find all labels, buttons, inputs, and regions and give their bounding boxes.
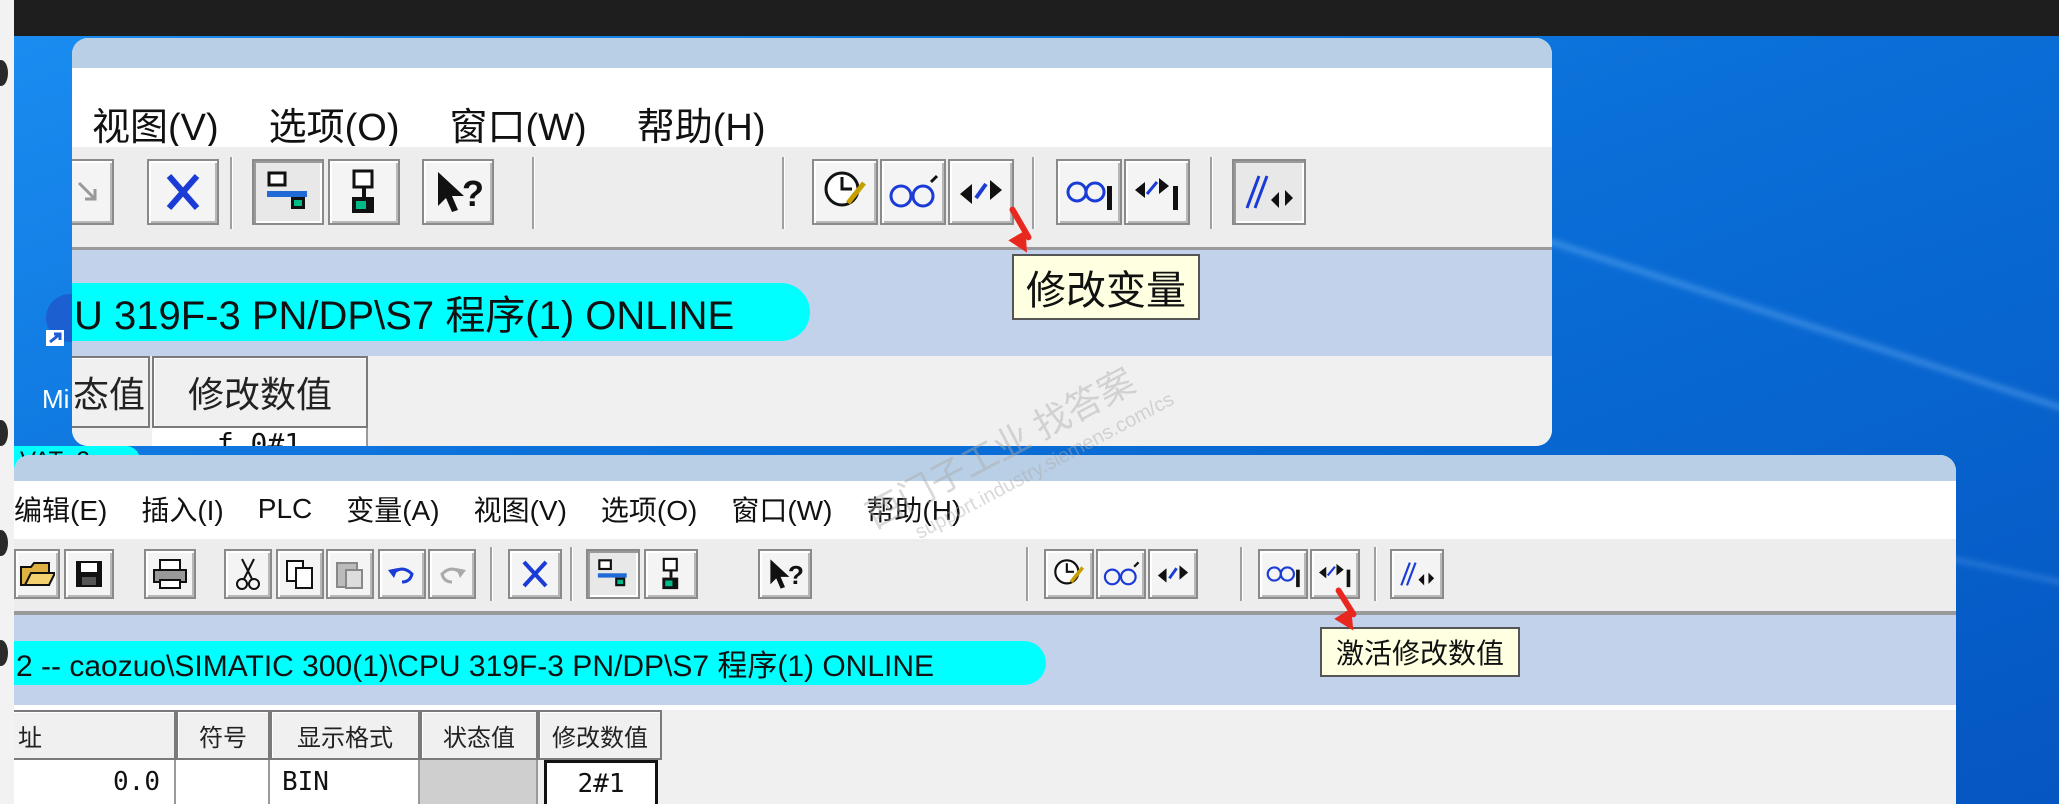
edge-mark [0,420,8,446]
context-help-button[interactable]: ? [758,549,812,599]
monitor-trigger-button[interactable] [1056,159,1122,225]
column-header-display-format[interactable]: 显示格式 [270,710,420,760]
save-button[interactable] [64,549,114,599]
window-path-title: 2 -- caozuo\SIMATIC 300(1)\CPU 319F-3 PN… [14,641,1046,685]
plc-connection-button[interactable] [328,159,400,225]
menu-options[interactable]: 选项(O) [269,96,400,151]
menu-view[interactable]: 视图(V) [92,96,219,151]
toolbar-separator [782,157,785,229]
toolbar-separator [1240,547,1243,601]
svg-text:?: ? [462,173,484,214]
delete-button[interactable] [147,159,219,225]
window-path-title: U 319F-3 PN/DP\S7 程序(1) ONLINE [72,283,810,341]
paste-button[interactable] [326,549,374,599]
top-dark-bar [0,0,2059,36]
tooltip-modify-variable: 修改变量 [1012,254,1200,320]
edge-mark [0,60,8,86]
edge-mark [0,530,8,556]
toolbar-separator [490,547,493,601]
menu-view[interactable]: 视图(V) [474,489,567,529]
plc-connection-button[interactable] [644,549,698,599]
column-header-modify[interactable]: 修改数值 [152,356,368,428]
activate-modify-button[interactable] [1124,159,1190,225]
menu-insert[interactable]: 插入(I) [141,489,223,529]
toolbar-separator [230,157,233,229]
menu-options[interactable]: 选项(O) [601,489,697,529]
menu-plc[interactable]: PLC [258,493,312,525]
open-button[interactable] [14,549,60,599]
column-header-symbol[interactable]: 符号 [176,710,270,760]
toolbar-separator [532,157,535,229]
print-button[interactable] [144,549,196,599]
online-button[interactable] [586,549,640,599]
toolbar: ? [72,146,1552,253]
menu-window[interactable]: 窗口(W) [450,96,587,151]
delete-button[interactable] [508,549,562,599]
cut-button[interactable] [224,549,272,599]
column-header-status-value[interactable]: 状态值 [420,710,538,760]
column-header-modify-value[interactable]: 修改数值 [538,710,662,760]
zoomed-variable-table-window: 视图(V) 选项(O) 窗口(W) 帮助(H) ? U 319F-3 PN/DP… [72,38,1552,446]
column-header-address[interactable]: 址 [14,710,176,760]
menu-edit[interactable]: 编辑(E) [14,489,107,529]
force-values-button[interactable] [1390,549,1444,599]
toolbar-separator [570,547,573,601]
variable-table-window: 编辑(E) 插入(I) PLC 变量(A) 视图(V) 选项(O) 窗口(W) … [14,455,1956,804]
menu-window[interactable]: 窗口(W) [731,489,832,529]
redo-button[interactable] [428,549,476,599]
toolbar-separator [1374,547,1377,601]
monitor-variable-button[interactable] [1096,549,1146,599]
undo-button[interactable] [378,549,426,599]
context-help-button[interactable]: ? [422,159,494,225]
menu-bar: 编辑(E) 插入(I) PLC 变量(A) 视图(V) 选项(O) 窗口(W) … [14,481,1956,537]
modify-variable-button[interactable] [1148,549,1198,599]
tooltip-activate-modify: 激活修改数值 [1320,627,1520,677]
svg-text:?: ? [788,560,804,590]
cell-modify-value[interactable]: 2#1 [544,760,658,804]
left-window-edge [0,0,14,804]
copy-button[interactable] [276,549,324,599]
partial-cell[interactable]: f 0#1 [152,427,368,446]
toolbar-separator [1032,157,1035,229]
insert-row-button[interactable] [72,159,114,225]
toolbar-separator [1026,547,1029,601]
menu-help[interactable]: 帮助(H) [866,489,961,529]
desktop-shortcut-label: Mi [42,384,70,414]
trigger-button[interactable] [812,159,878,225]
toolbar: ? [14,538,1956,616]
cell-display-format[interactable]: BIN [270,760,420,804]
title-bar [14,455,1956,481]
monitor-trigger-button[interactable] [1258,549,1308,599]
cell-address[interactable]: 0.0 [14,760,176,804]
toolbar-separator [1210,157,1213,229]
title-bar [72,38,1552,68]
menu-variable[interactable]: 变量(A) [346,489,439,529]
cell-status-value [420,760,538,804]
edge-mark [0,640,8,666]
menu-help[interactable]: 帮助(H) [637,96,766,151]
trigger-button[interactable] [1044,549,1094,599]
online-button[interactable] [252,159,324,225]
monitor-variable-button[interactable] [880,159,946,225]
cell-symbol[interactable] [176,760,270,804]
modify-variable-button[interactable] [948,159,1014,225]
column-header-status[interactable]: 态值 [72,356,150,428]
force-values-button[interactable] [1232,159,1306,225]
